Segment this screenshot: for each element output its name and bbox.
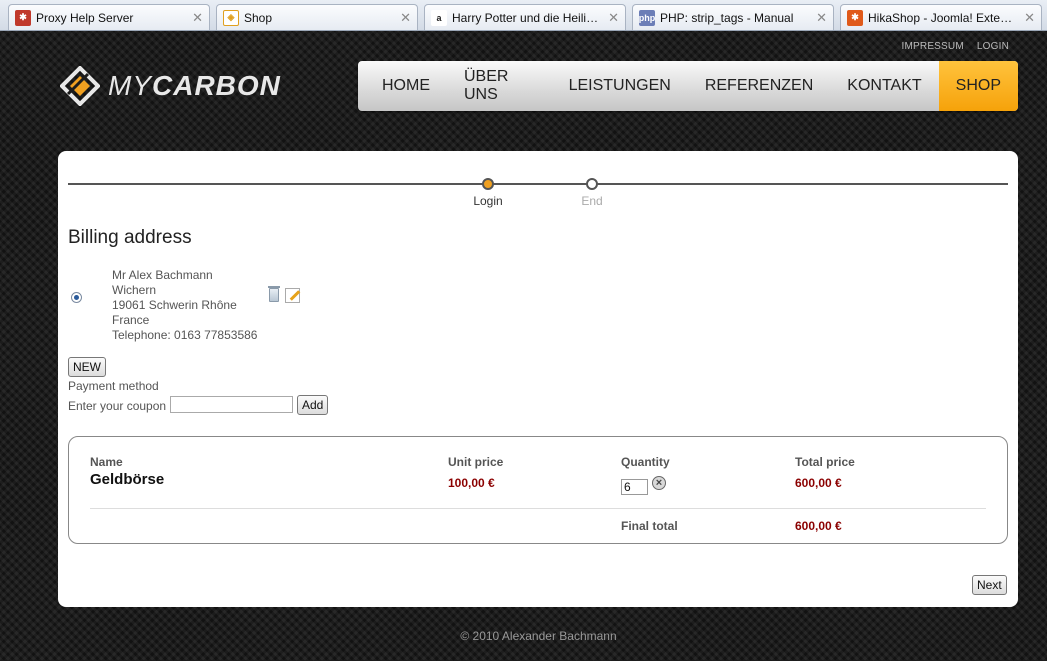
step-login-label: Login (473, 194, 503, 208)
remove-item-icon[interactable]: × (652, 476, 666, 490)
step-end-label: End (581, 194, 603, 208)
tab-title: PHP: strip_tags - Manual (660, 10, 794, 25)
address-country: France (112, 313, 150, 327)
close-icon[interactable]: ✕ (192, 10, 203, 26)
site-logo[interactable]: MYCARBON (60, 66, 281, 106)
final-total-label: Final total (621, 519, 678, 533)
cart-summary: Name Unit price Quantity Total price Gel… (68, 436, 1008, 544)
logo-suffix: CARBON (152, 70, 281, 101)
next-button[interactable]: Next (972, 575, 1007, 595)
close-icon[interactable]: ✕ (816, 10, 827, 26)
nav-kontakt[interactable]: KONTAKT (830, 61, 938, 111)
checkout-progress-line (68, 183, 1008, 185)
add-coupon-button[interactable]: Add (297, 395, 329, 415)
new-address-button[interactable]: NEW (68, 357, 106, 377)
cart-item-unit-price: 100,00 € (448, 476, 495, 490)
address-telephone: Telephone: 0163 77853586 (112, 328, 258, 342)
billing-address: Mr Alex Bachmann Wichern 19061 Schwerin … (112, 268, 257, 343)
nav-leistungen[interactable]: LEISTUNGEN (552, 61, 688, 111)
billing-address-title: Billing address (68, 227, 192, 248)
column-header-quantity: Quantity (621, 455, 670, 469)
amazon-icon: a (431, 9, 447, 26)
nav-shop[interactable]: SHOP (938, 61, 1018, 111)
top-links: IMPRESSUM LOGIN (892, 41, 1009, 52)
nav-home[interactable]: HOME (358, 61, 447, 111)
tab-title: Shop (244, 10, 273, 25)
column-header-total-price: Total price (795, 455, 855, 469)
browser-tab-strip: ✱ Proxy Help Server ✕ ◈ Shop ✕ a Harry P… (0, 0, 1047, 31)
tab-title: Harry Potter und die Heiligt... (452, 10, 603, 25)
copyright-text: © 2010 Alexander Bachmann (460, 629, 617, 643)
address-radio[interactable] (71, 292, 82, 303)
quantity-input[interactable] (621, 479, 648, 495)
loading-icon: ◈ (223, 9, 239, 26)
joomla-icon: ✱ (15, 9, 31, 26)
joomla-icon: ✱ (847, 9, 863, 26)
browser-tab-php-manual[interactable]: php PHP: strip_tags - Manual ✕ (632, 4, 834, 30)
payment-method-label: Payment method (68, 379, 159, 393)
browser-tab-hikashop[interactable]: ✱ HikaShop - Joomla! Extensi... ✕ (840, 4, 1042, 30)
step-end-indicator (586, 178, 598, 190)
close-icon[interactable]: ✕ (1024, 10, 1035, 26)
address-actions (268, 286, 300, 303)
column-header-unit-price: Unit price (448, 455, 504, 469)
delete-icon[interactable] (268, 286, 280, 302)
close-icon[interactable]: ✕ (400, 10, 411, 26)
cart-item-name: Geldbörse (90, 471, 165, 488)
cart-item-total-price: 600,00 € (795, 476, 842, 490)
address-city: 19061 Schwerin Rhône (112, 298, 237, 312)
main-navigation: HOME ÜBER UNS LEISTUNGEN REFERENZEN KONT… (358, 61, 1018, 111)
php-icon: php (639, 9, 655, 26)
final-total-value: 600,00 € (795, 519, 842, 533)
browser-tab-proxy-help[interactable]: ✱ Proxy Help Server ✕ (8, 4, 210, 30)
site-footer: © 2010 Alexander Bachmann (0, 629, 1047, 643)
impressum-link[interactable]: IMPRESSUM (902, 41, 964, 52)
coupon-label: Enter your coupon (68, 399, 167, 413)
step-login-indicator (482, 178, 494, 190)
coupon-input[interactable] (170, 396, 293, 413)
nav-referenzen[interactable]: REFERENZEN (688, 61, 830, 111)
cart-divider (90, 508, 986, 509)
checkout-panel: Login End Billing address Mr Alex Bachma… (58, 151, 1018, 607)
edit-icon[interactable] (285, 288, 300, 303)
browser-tab-amazon[interactable]: a Harry Potter und die Heiligt... ✕ (424, 4, 626, 30)
address-street: Wichern (112, 283, 157, 297)
logo-text: MYCARBON (108, 70, 281, 102)
address-name: Mr Alex Bachmann (112, 268, 213, 282)
login-link[interactable]: LOGIN (977, 41, 1009, 52)
logo-icon (60, 66, 100, 106)
browser-tab-shop[interactable]: ◈ Shop ✕ (216, 4, 418, 30)
nav-ueber-uns[interactable]: ÜBER UNS (447, 61, 552, 111)
tab-title: Proxy Help Server (36, 10, 134, 25)
tab-title: HikaShop - Joomla! Extensi... (868, 10, 1019, 25)
close-icon[interactable]: ✕ (608, 10, 619, 26)
column-header-name: Name (90, 455, 123, 469)
logo-prefix: MY (108, 70, 152, 101)
